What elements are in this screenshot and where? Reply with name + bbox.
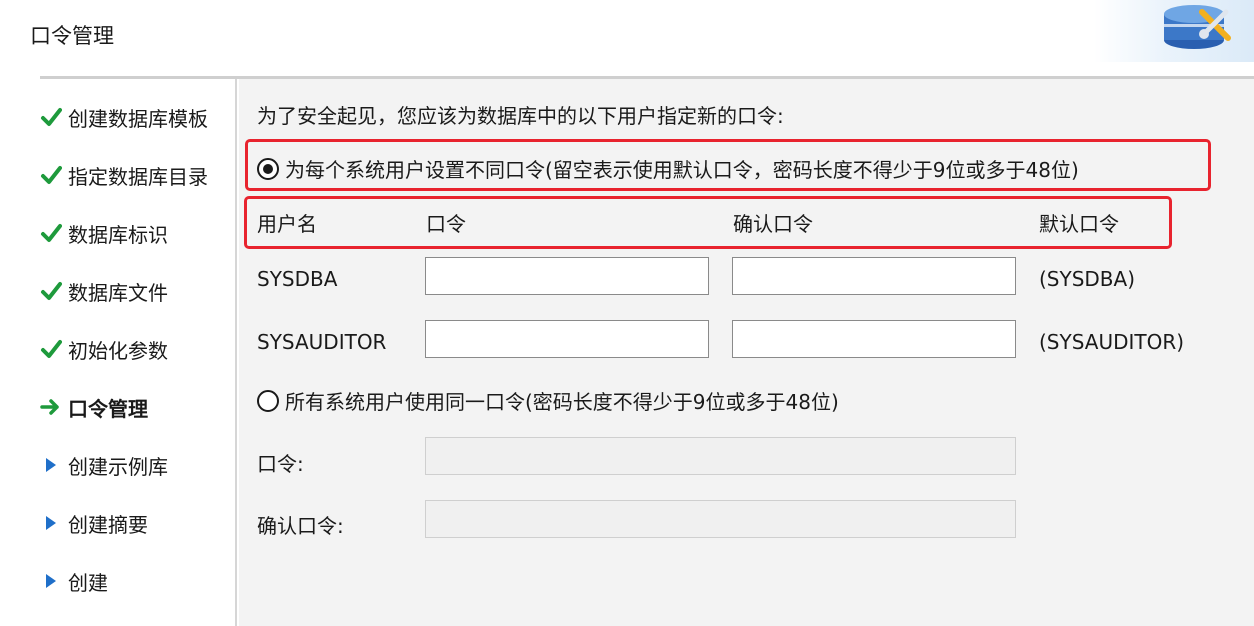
step-label: 数据库文件 [68,280,168,305]
check-icon [40,222,62,244]
step-database-identity[interactable]: 数据库标识 [40,213,237,253]
step-label: 创建摘要 [68,512,148,537]
step-label: 创建数据库模板 [68,106,208,131]
option-same-password-label: 所有系统用户使用同一口令(密码长度不得少于9位或多于48位) [285,390,839,414]
step-label: 初始化参数 [68,338,168,363]
step-create[interactable]: 创建 [40,561,237,601]
check-icon [40,164,62,186]
triangle-right-icon [40,512,62,534]
highlight-box-columns [244,196,1172,249]
user-name-sysdba: SYSDBA [257,267,338,291]
step-create-summary[interactable]: 创建摘要 [40,503,237,543]
user-name-sysauditor: SYSAUDITOR [257,330,387,354]
radio-unselected-icon[interactable] [257,389,279,412]
sysauditor-default-password: (SYSAUDITOR) [1039,330,1185,354]
column-header-user: 用户名 [257,212,317,236]
step-password-management[interactable]: 口令管理 [40,387,237,427]
same-password-input[interactable] [425,437,1016,475]
database-tools-icon [1094,0,1254,62]
check-icon [40,280,62,302]
same-confirm-label: 确认口令: [257,514,344,538]
column-header-default: 默认口令 [1039,212,1119,236]
check-icon [40,106,62,128]
same-password-label: 口令: [257,452,304,476]
sysauditor-confirm-input[interactable] [732,320,1016,358]
sysauditor-password-input[interactable] [425,320,709,358]
page-title: 口令管理 [30,24,114,48]
step-label: 数据库标识 [68,222,168,247]
step-label: 创建示例库 [68,454,168,479]
option-each-user-label: 为每个系统用户设置不同口令(留空表示使用默认口令，密码长度不得少于9位或多于48… [285,158,1079,182]
column-header-password: 口令 [426,212,466,236]
step-label: 口令管理 [68,396,148,421]
step-database-files[interactable]: 数据库文件 [40,271,237,311]
wizard-header: 口令管理 [0,0,1254,76]
arrow-right-icon [40,396,62,418]
option-each-user-radio[interactable]: 为每个系统用户设置不同口令(留空表示使用默认口令，密码长度不得少于9位或多于48… [257,154,1079,183]
step-label: 指定数据库目录 [68,164,208,189]
option-same-password-radio[interactable]: 所有系统用户使用同一口令(密码长度不得少于9位或多于48位) [257,386,839,415]
step-create-template[interactable]: 创建数据库模板 [40,97,237,137]
radio-selected-icon[interactable] [257,157,279,180]
intro-text: 为了安全起见，您应该为数据库中的以下用户指定新的口令: [257,104,784,128]
step-create-sample[interactable]: 创建示例库 [40,445,237,485]
sysdba-password-input[interactable] [425,257,709,295]
check-icon [40,338,62,360]
triangle-right-icon [40,454,62,476]
step-init-params[interactable]: 初始化参数 [40,329,237,369]
sysdba-confirm-input[interactable] [732,257,1016,295]
password-panel: 为了安全起见，您应该为数据库中的以下用户指定新的口令: 为每个系统用户设置不同口… [239,79,1254,626]
triangle-right-icon [40,570,62,592]
sysdba-default-password: (SYSDBA) [1039,267,1136,291]
step-database-directory[interactable]: 指定数据库目录 [40,155,237,195]
step-label: 创建 [68,570,108,595]
same-confirm-input[interactable] [425,500,1016,538]
column-header-confirm: 确认口令 [733,212,813,236]
wizard-steps-sidebar: 创建数据库模板 指定数据库目录 数据库标识 数据库文件 初始化参数 口令管理 创… [40,79,237,626]
